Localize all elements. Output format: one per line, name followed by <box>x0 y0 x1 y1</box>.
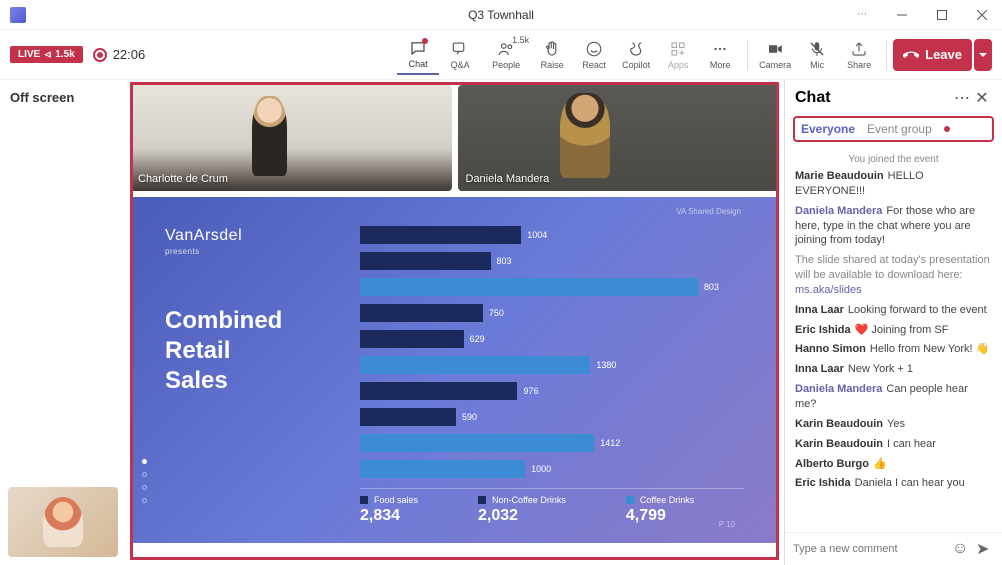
chat-message: Hanno SimonHello from New York! 👋 <box>795 342 992 357</box>
react-button[interactable]: React <box>573 35 615 75</box>
tab-event-group[interactable]: Event group <box>867 122 932 136</box>
slide-nav-dots <box>142 459 147 503</box>
chat-message: The slide shared at today's presentation… <box>795 253 992 298</box>
meeting-timer: 22:06 <box>113 47 146 62</box>
speaker-name: Charlotte de Crum <box>138 173 228 185</box>
teams-logo <box>10 7 26 23</box>
more-window-icon[interactable]: ⋯ <box>842 0 882 30</box>
chat-message: Inna LaarNew York + 1 <box>795 362 992 377</box>
emoji-icon[interactable]: ☺ <box>952 540 970 558</box>
chat-message: Marie BeaudouinHELLO EVERYONE!!! <box>795 169 992 199</box>
chat-input-row: ☺ ➤ <box>785 532 1002 565</box>
apps-button[interactable]: Apps <box>657 35 699 75</box>
live-badge: LIVE ⏿ 1.5k <box>10 46 83 63</box>
record-icon <box>93 48 107 62</box>
more-button[interactable]: More <box>699 35 741 75</box>
people-button[interactable]: 1.5k People <box>481 35 531 75</box>
meeting-stage: Charlotte de Crum Daniela Mandera VA Sha… <box>130 80 784 565</box>
speaker-name: Daniela Mandera <box>466 173 550 185</box>
copilot-button[interactable]: Copilot <box>615 35 657 75</box>
window-titlebar: Q3 Townhall ⋯ <box>0 0 1002 30</box>
speaker-video-1[interactable]: Charlotte de Crum <box>130 85 452 191</box>
chat-close-icon[interactable]: ✕ <box>972 88 992 108</box>
speaker-video-2[interactable]: Daniela Mandera <box>458 85 780 191</box>
chat-message: Alberto Burgo👍 <box>795 457 992 472</box>
chat-messages[interactable]: You joined the eventMarie BeaudouinHELLO… <box>785 142 1002 532</box>
qa-button[interactable]: Q&A <box>439 35 481 75</box>
send-icon[interactable]: ➤ <box>976 539 994 559</box>
leave-dropdown[interactable] <box>974 39 992 71</box>
offscreen-label: Off screen <box>10 90 120 105</box>
slide-chart: 1004803803750629138097659014121000 <box>360 225 744 503</box>
live-label: LIVE <box>18 49 40 60</box>
self-video-thumbnail[interactable] <box>8 487 118 557</box>
chat-notif-dot <box>422 38 428 44</box>
shared-slide: VA Shared Design VanArsdel presents Comb… <box>130 197 779 543</box>
chat-message: Eric IshidaDaniela I can hear you <box>795 476 992 491</box>
chat-message: Inna LaarLooking forward to the event <box>795 303 992 318</box>
chat-button[interactable]: Chat <box>397 35 439 75</box>
tab-everyone[interactable]: Everyone <box>801 122 855 136</box>
chart-legend: Food sales2,834Non-Coffee Drinks2,032Cof… <box>360 488 744 525</box>
share-button[interactable]: Share <box>838 35 880 75</box>
viewer-count: 1.5k <box>55 49 74 60</box>
mic-button[interactable]: Mic <box>796 35 838 75</box>
chat-message: Daniela ManderaCan people hear me? <box>795 382 992 412</box>
maximize-icon[interactable] <box>922 0 962 30</box>
minimize-icon[interactable] <box>882 0 922 30</box>
meeting-toolbar: LIVE ⏿ 1.5k 22:06 Chat Q&A 1.5k People R… <box>0 30 1002 80</box>
chat-more-icon[interactable]: ⋯ <box>952 88 972 108</box>
chat-message: Karin BeaudouinI can hear <box>795 437 992 452</box>
chat-input[interactable] <box>793 543 946 555</box>
tab-notif-dot <box>944 126 950 132</box>
close-icon[interactable] <box>962 0 1002 30</box>
chat-title: Chat <box>795 89 952 107</box>
chat-message: Daniela ManderaFor those who are here, t… <box>795 204 992 249</box>
slide-footer: P 10 <box>719 520 735 529</box>
slide-tag: VA Shared Design <box>676 207 741 216</box>
chat-message: Karin BeaudouinYes <box>795 417 992 432</box>
offscreen-panel: Off screen <box>0 80 130 565</box>
chat-panel: Chat ⋯ ✕ Everyone Event group You joined… <box>784 80 1002 565</box>
eye-icon: ⏿ <box>44 49 51 60</box>
chat-message: Eric Ishida❤️ Joining from SF <box>795 323 992 338</box>
chat-tabs-highlight: Everyone Event group <box>793 116 994 142</box>
raise-hand-button[interactable]: Raise <box>531 35 573 75</box>
leave-button[interactable]: Leave <box>893 39 972 71</box>
window-title: Q3 Townhall <box>468 8 534 22</box>
camera-button[interactable]: Camera <box>754 35 796 75</box>
